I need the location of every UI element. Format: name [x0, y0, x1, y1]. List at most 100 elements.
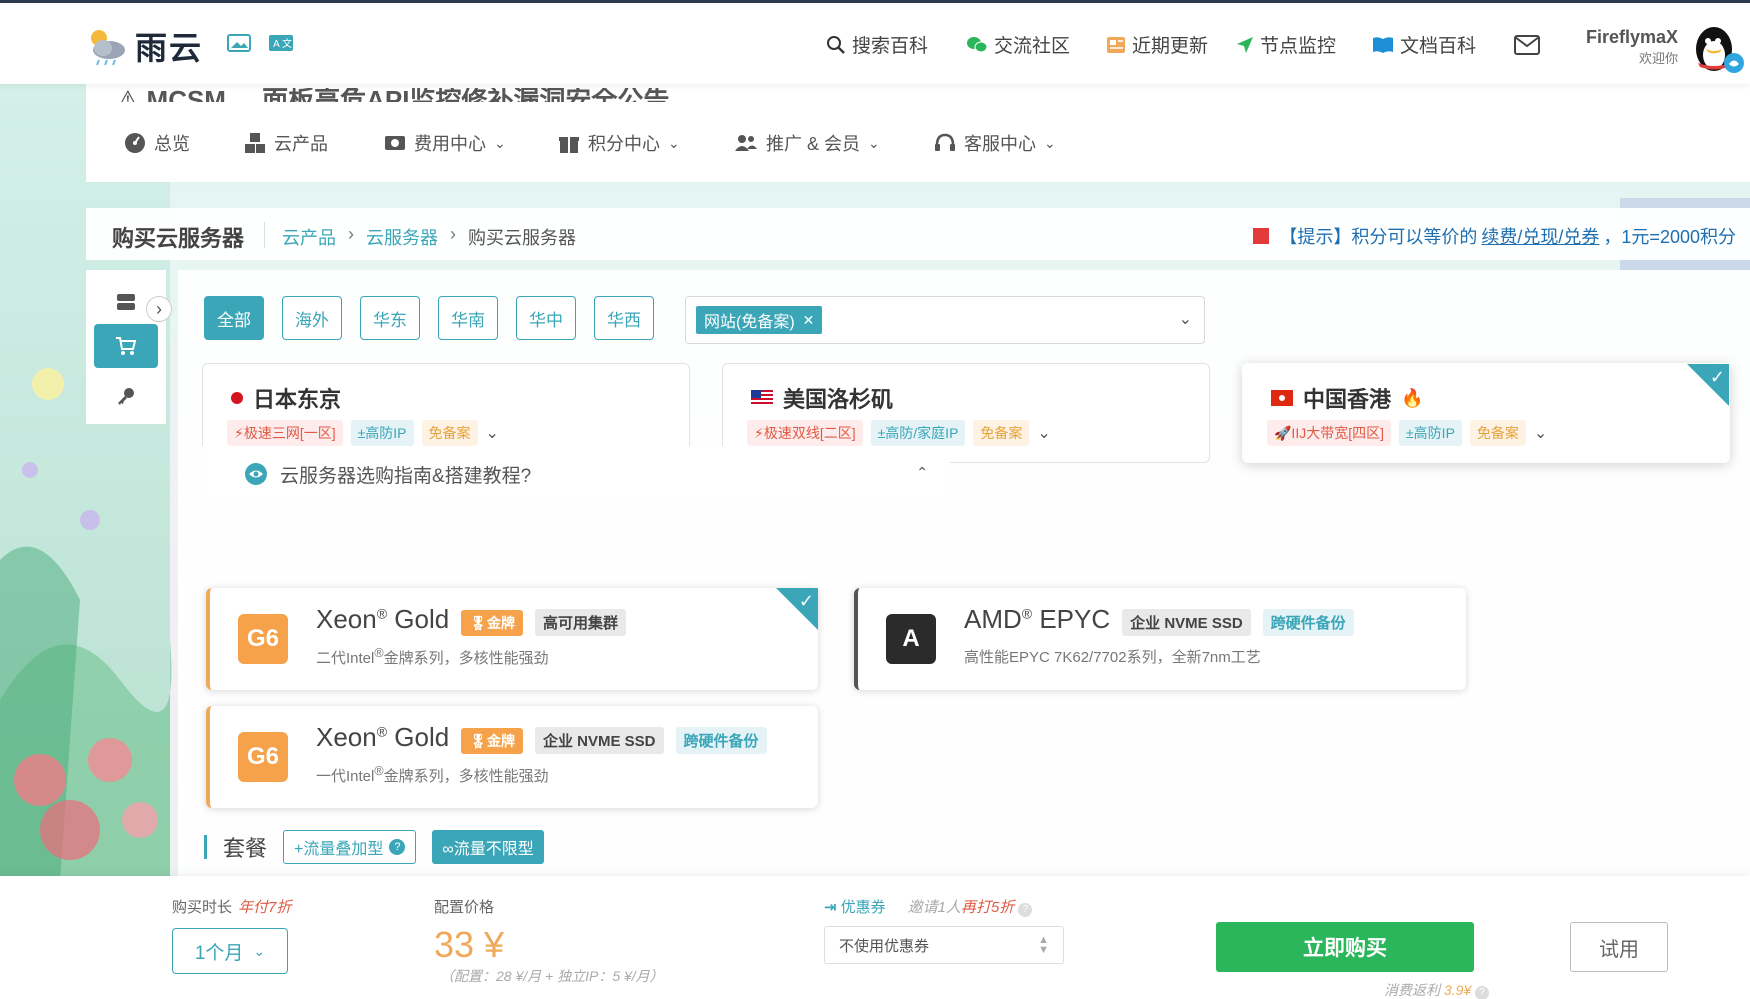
chevron-down-icon[interactable]: ⌄ — [486, 423, 499, 443]
location-name: 美国洛杉矶 — [783, 387, 894, 412]
location-card-hongkong[interactable]: ✓ 中国香港 🔥 🚀IIJ大带宽[四区] ±高防IP 免备案 ⌄ — [1242, 363, 1730, 463]
section-bar — [204, 835, 207, 859]
nav-community[interactable]: 交流社区 — [966, 31, 1070, 58]
subnav-billing[interactable]: 费用中心 ⌄ — [384, 130, 506, 156]
location-title: 中国香港 🔥 — [1271, 382, 1423, 414]
subnav-billing-label: 费用中心 — [414, 134, 486, 154]
help-icon[interactable]: ? — [1475, 985, 1490, 999]
registered-mark: ® — [374, 764, 384, 778]
image-icon[interactable] — [226, 33, 252, 53]
key-button[interactable] — [94, 374, 158, 418]
cpu-name: Xeon® Gold 🎖金牌 高可用集群 — [316, 604, 627, 636]
rebate-info: 消费返利 3.9¥ ? — [1384, 980, 1490, 999]
breadcrumb-bar: 购买云服务器 云产品 › 云服务器 › 购买云服务器 【提示】积分可以等价的 续… — [86, 208, 1750, 260]
duration-select[interactable]: 1个月 ⌄ — [172, 928, 288, 974]
package-title: 套餐 — [223, 836, 268, 861]
login-icon: ⇥ — [824, 898, 837, 916]
announcement-ticker[interactable]: ⚠ MCSM ... 面板高危API监控修补漏洞安全公告 — [116, 88, 669, 102]
coupon-value: 不使用优惠券 — [839, 937, 930, 955]
money-icon — [385, 136, 405, 150]
subnav-promotion[interactable]: 推广 & 会员 ⌄ — [734, 130, 880, 156]
svg-text:A: A — [273, 39, 280, 50]
nav-updates[interactable]: 近期更新 — [1106, 31, 1208, 58]
trial-button[interactable]: 试用 — [1570, 922, 1668, 972]
hongkong-flag-icon — [1253, 228, 1270, 244]
purchase-guide-collapse[interactable]: 云服务器选购指南&搭建教程? ⌃ — [202, 446, 950, 502]
filter-tag-label: 网站(免备案) — [704, 314, 795, 331]
duration-label-text: 购买时长 — [172, 899, 233, 916]
region-central[interactable]: 华中 — [516, 296, 576, 340]
cpu-name: Xeon® Gold 🎖金牌 企业 NVME SSD 跨硬件备份 — [316, 722, 767, 754]
nav-docs-label: 文档百科 — [1400, 36, 1477, 57]
cpu-brand: Xeon — [316, 722, 377, 752]
nav-monitor-label: 节点监控 — [1260, 36, 1337, 57]
cpu-desc-pre: 二代Intel — [316, 650, 375, 667]
help-icon[interactable]: ? — [389, 839, 406, 855]
region-south[interactable]: 华南 — [438, 296, 498, 340]
cpu-card-xeon-gold-1[interactable]: G6 Xeon® Gold 🎖金牌 企业 NVME SSD 跨硬件备份 一代In… — [206, 706, 818, 808]
region-east[interactable]: 华东 — [360, 296, 420, 340]
region-overseas[interactable]: 海外 — [282, 296, 342, 340]
wechat-icon — [967, 36, 988, 52]
tip-link[interactable]: 续费/兑现/兑券 — [1481, 223, 1599, 249]
nav-search-label: 搜索百科 — [852, 36, 929, 57]
tag-line: ⚡极速双线[二区] — [747, 420, 863, 446]
package-traffic-addon[interactable]: +流量叠加型 ? — [283, 830, 417, 864]
chevron-down-icon[interactable]: ⌄ — [1037, 423, 1050, 443]
subnav-support[interactable]: 客服中心 ⌄ — [934, 130, 1056, 156]
registered-mark: ® — [374, 646, 384, 660]
nav-monitor[interactable]: 节点监控 — [1236, 31, 1336, 58]
tag-no-icp: 免备案 — [973, 420, 1030, 446]
buy-now-button[interactable]: 立即购买 — [1216, 922, 1474, 972]
chevron-down-icon: ⌄ — [668, 134, 680, 151]
buy-cart-button[interactable] — [94, 324, 158, 368]
translate-icon[interactable]: A 文 — [268, 33, 294, 53]
breadcrumb: 云产品 › 云服务器 › 购买云服务器 — [282, 224, 576, 250]
coupon-select[interactable]: 不使用优惠券 ▲ ▼ — [824, 926, 1064, 964]
chevron-down-icon: ⌄ — [1044, 134, 1056, 151]
backup-badge: 跨硬件备份 — [1262, 609, 1354, 636]
region-west[interactable]: 华西 — [594, 296, 654, 340]
tag-no-icp: 免备案 — [421, 420, 478, 446]
backup-badge: 跨硬件备份 — [675, 727, 767, 754]
user-info[interactable]: FireflymaX 欢迎你 — [1580, 27, 1678, 67]
cpu-card-xeon-gold-2[interactable]: ✓ G6 Xeon® Gold 🎖金牌 高可用集群 二代Intel®金牌系列，多… — [206, 588, 818, 690]
region-all[interactable]: 全部 — [204, 296, 264, 340]
usage-filter-select[interactable]: 网站(免备案) ✕ ⌄ — [685, 296, 1205, 344]
user-name: FireflymaX — [1585, 27, 1678, 47]
subnav-points[interactable]: 积分中心 ⌄ — [558, 130, 680, 156]
subnav-cloud-products[interactable]: 云产品 — [244, 130, 328, 156]
logo[interactable]: 雨云 — [85, 23, 203, 69]
package-unlimited[interactable]: ∞流量不限型 — [432, 830, 544, 864]
hongkong-flag-icon — [1271, 390, 1293, 406]
cpu-card-amd-epyc[interactable]: A AMD® EPYC 企业 NVME SSD 跨硬件备份 高性能EPYC 7K… — [854, 588, 1466, 690]
subnav-overview[interactable]: 总览 — [124, 130, 190, 156]
location-title: 美国洛杉矶 — [751, 382, 893, 414]
close-icon[interactable]: ✕ — [803, 312, 815, 329]
coupon-label-text: 优惠券 — [840, 899, 886, 916]
rebate-prefix: 消费返利 — [1384, 982, 1440, 998]
points-tip: 【提示】积分可以等价的 续费/兑现/兑券 ，1元=2000积分 — [1253, 223, 1736, 249]
breadcrumb-cloud-products[interactable]: 云产品 — [282, 224, 336, 250]
cpu-desc-pre: 一代Intel — [316, 768, 375, 785]
tag-line: ⚡极速三网[一区] — [227, 420, 343, 446]
package-option-label: +流量叠加型 — [294, 841, 384, 858]
sub-navigation: ⚠ MCSM ... 面板高危API监控修补漏洞安全公告 总览 云产品 费用中心… — [86, 84, 1750, 182]
help-icon[interactable]: ? — [1018, 902, 1033, 917]
chevron-down-icon[interactable]: ⌄ — [1534, 423, 1547, 443]
cubes-icon — [245, 133, 265, 153]
avatar[interactable] — [1692, 19, 1744, 75]
mail-icon[interactable] — [1514, 35, 1540, 55]
location-title: 日本东京 — [231, 382, 341, 414]
nav-docs[interactable]: 文档百科 — [1372, 31, 1476, 58]
expand-sidebar-button[interactable]: › — [146, 296, 172, 322]
price-detail: （配置：28 ¥/月 + 独立IP：5 ¥/月） — [440, 968, 664, 984]
cpu-description: 高性能EPYC 7K62/7702系列，全新7nm工艺 — [964, 649, 1261, 666]
cpu-badge: G6 — [238, 732, 288, 782]
breadcrumb-cloud-servers[interactable]: 云服务器 — [366, 224, 438, 250]
svg-text:文: 文 — [282, 37, 292, 50]
registered-mark: ® — [376, 723, 388, 740]
chevron-up-icon: ⌃ — [916, 464, 928, 480]
subnav-support-label: 客服中心 — [964, 134, 1036, 154]
nav-search[interactable]: 搜索百科 — [826, 31, 928, 58]
